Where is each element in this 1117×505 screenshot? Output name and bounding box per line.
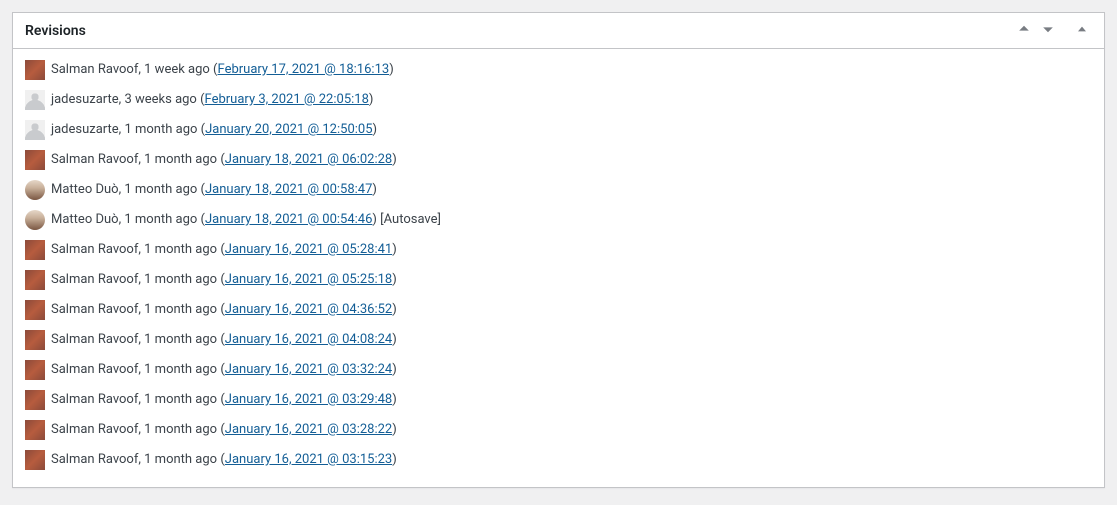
revision-text: jadesuzarte, 3 weeks ago (February 3, 20… [51, 90, 373, 110]
revision-text: Salman Ravoof, 1 month ago (January 16, … [51, 360, 397, 380]
revision-close-paren: ) [389, 62, 394, 77]
revision-author-relative: Salman Ravoof, 1 month ago ( [51, 242, 225, 257]
panel-actions [1014, 19, 1104, 42]
revision-author-relative: Salman Ravoof, 1 week ago ( [51, 62, 218, 77]
revision-author-relative: Matteo Duò, 1 month ago ( [51, 212, 205, 227]
revision-author-relative: Salman Ravoof, 1 month ago ( [51, 332, 225, 347]
revision-link[interactable]: January 18, 2021 @ 00:54:46 [205, 212, 372, 227]
revision-item: Matteo Duò, 1 month ago (January 18, 202… [25, 175, 1104, 205]
revision-link[interactable]: January 16, 2021 @ 04:08:24 [225, 332, 392, 347]
revision-author-relative: Salman Ravoof, 1 month ago ( [51, 362, 225, 377]
revision-close-paren: ) [392, 242, 397, 257]
revision-item: Salman Ravoof, 1 month ago (January 16, … [25, 445, 1104, 475]
avatar [25, 210, 45, 230]
revision-close-paren: ) [373, 122, 378, 137]
avatar [25, 330, 45, 350]
revision-text: Salman Ravoof, 1 month ago (January 18, … [51, 150, 397, 170]
revision-close-paren: ) [392, 452, 397, 467]
revision-close-paren: ) [392, 302, 397, 317]
caret-up-icon [1074, 21, 1090, 40]
chevron-down-icon [1040, 21, 1056, 40]
revision-author-relative: Salman Ravoof, 1 month ago ( [51, 302, 225, 317]
revision-item: Salman Ravoof, 1 month ago (January 16, … [25, 355, 1104, 385]
move-down-button[interactable] [1038, 19, 1058, 42]
revision-author-relative: Salman Ravoof, 1 month ago ( [51, 272, 225, 287]
revision-text: Salman Ravoof, 1 month ago (January 16, … [51, 420, 397, 440]
revision-item: Salman Ravoof, 1 month ago (January 16, … [25, 295, 1104, 325]
revision-link[interactable]: February 17, 2021 @ 18:16:13 [218, 62, 390, 77]
revision-item: Matteo Duò, 1 month ago (January 18, 202… [25, 205, 1104, 235]
revision-item: Salman Ravoof, 1 month ago (January 16, … [25, 415, 1104, 445]
revision-text: Salman Ravoof, 1 week ago (February 17, … [51, 60, 394, 80]
revision-link[interactable]: January 16, 2021 @ 04:36:52 [225, 302, 392, 317]
revision-author-relative: Salman Ravoof, 1 month ago ( [51, 392, 225, 407]
revision-close-paren: ) [392, 362, 397, 377]
revision-item: jadesuzarte, 1 month ago (January 20, 20… [25, 115, 1104, 145]
revision-item: Salman Ravoof, 1 month ago (January 16, … [25, 385, 1104, 415]
revision-close-paren: ) [392, 272, 397, 287]
revisions-panel: Revisions Salman Ravoof, 1 week ago (Feb… [12, 12, 1105, 488]
revision-close-paren: ) [392, 422, 397, 437]
revision-item: Salman Ravoof, 1 month ago (January 16, … [25, 325, 1104, 355]
revision-close-paren: ) [392, 392, 397, 407]
revision-text: jadesuzarte, 1 month ago (January 20, 20… [51, 120, 377, 140]
revision-link[interactable]: January 16, 2021 @ 03:15:23 [225, 452, 392, 467]
revision-close-paren: ) [392, 152, 397, 167]
avatar [25, 390, 45, 410]
revision-link[interactable]: January 20, 2021 @ 12:50:05 [205, 122, 372, 137]
revision-link[interactable]: January 16, 2021 @ 03:32:24 [225, 362, 392, 377]
revision-link[interactable]: January 18, 2021 @ 06:02:28 [225, 152, 392, 167]
avatar [25, 300, 45, 320]
revision-suffix: [Autosave] [377, 212, 441, 227]
avatar [25, 60, 45, 80]
revision-text: Salman Ravoof, 1 month ago (January 16, … [51, 330, 397, 350]
avatar [25, 450, 45, 470]
revision-link[interactable]: February 3, 2021 @ 22:05:18 [205, 92, 369, 107]
revision-author-relative: Salman Ravoof, 1 month ago ( [51, 422, 225, 437]
revision-text: Matteo Duò, 1 month ago (January 18, 202… [51, 210, 441, 230]
revision-author-relative: Salman Ravoof, 1 month ago ( [51, 152, 225, 167]
revision-close-paren: ) [372, 182, 377, 197]
avatar [25, 150, 45, 170]
panel-header: Revisions [13, 13, 1104, 49]
revision-text: Salman Ravoof, 1 month ago (January 16, … [51, 390, 397, 410]
revision-text: Matteo Duò, 1 month ago (January 18, 202… [51, 180, 377, 200]
revision-text: Salman Ravoof, 1 month ago (January 16, … [51, 300, 397, 320]
revision-close-paren: ) [369, 92, 374, 107]
avatar [25, 180, 45, 200]
chevron-up-icon [1016, 21, 1032, 40]
revision-link[interactable]: January 16, 2021 @ 03:28:22 [225, 422, 392, 437]
avatar [25, 420, 45, 440]
revision-link[interactable]: January 18, 2021 @ 00:58:47 [205, 182, 372, 197]
avatar [25, 90, 45, 110]
revision-item: Salman Ravoof, 1 week ago (February 17, … [25, 55, 1104, 85]
revision-item: jadesuzarte, 3 weeks ago (February 3, 20… [25, 85, 1104, 115]
revision-link[interactable]: January 16, 2021 @ 03:29:48 [225, 392, 392, 407]
revisions-list: Salman Ravoof, 1 week ago (February 17, … [25, 55, 1104, 475]
revision-item: Salman Ravoof, 1 month ago (January 16, … [25, 265, 1104, 295]
move-up-button[interactable] [1014, 19, 1034, 42]
revision-author-relative: jadesuzarte, 3 weeks ago ( [51, 92, 205, 107]
avatar [25, 240, 45, 260]
revision-link[interactable]: January 16, 2021 @ 05:25:18 [225, 272, 392, 287]
revision-author-relative: Matteo Duò, 1 month ago ( [51, 182, 205, 197]
revision-text: Salman Ravoof, 1 month ago (January 16, … [51, 270, 397, 290]
avatar [25, 360, 45, 380]
avatar [25, 120, 45, 140]
revision-author-relative: Salman Ravoof, 1 month ago ( [51, 452, 225, 467]
panel-body: Salman Ravoof, 1 week ago (February 17, … [13, 49, 1104, 487]
revision-author-relative: jadesuzarte, 1 month ago ( [51, 122, 205, 137]
avatar [25, 270, 45, 290]
revision-item: Salman Ravoof, 1 month ago (January 18, … [25, 145, 1104, 175]
panel-title: Revisions [13, 15, 98, 47]
revision-link[interactable]: January 16, 2021 @ 05:28:41 [225, 242, 392, 257]
revision-item: Salman Ravoof, 1 month ago (January 16, … [25, 235, 1104, 265]
revision-text: Salman Ravoof, 1 month ago (January 16, … [51, 240, 397, 260]
revision-text: Salman Ravoof, 1 month ago (January 16, … [51, 450, 397, 470]
toggle-panel-button[interactable] [1072, 19, 1092, 42]
revision-close-paren: ) [392, 332, 397, 347]
